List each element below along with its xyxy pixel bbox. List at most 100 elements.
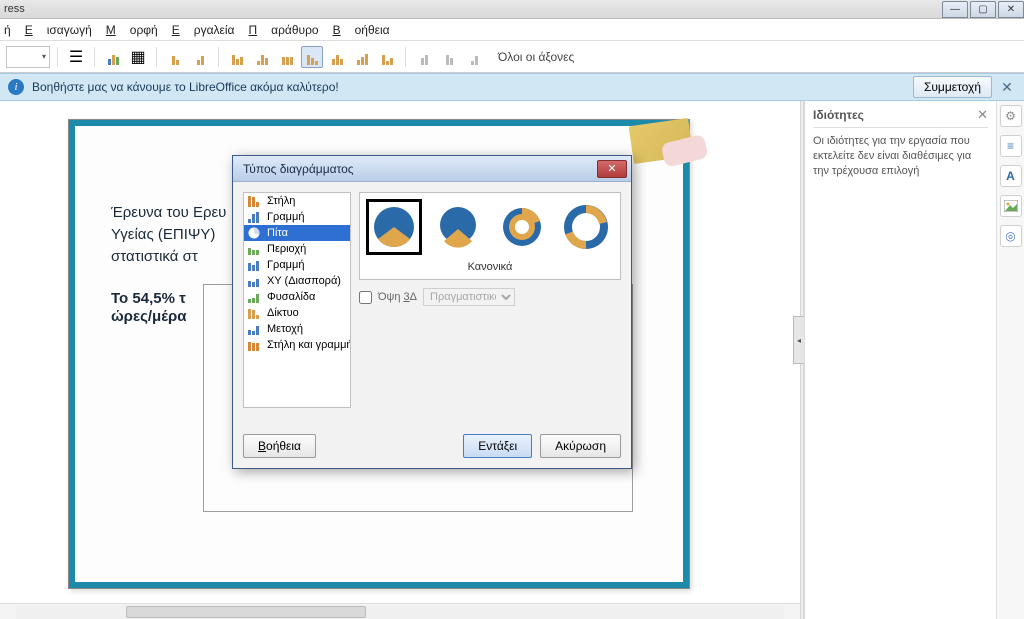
- menu-window[interactable]: Παράθυρο: [248, 23, 318, 37]
- chart-type-item-7[interactable]: Δίκτυο: [244, 305, 350, 321]
- chart-btn-b[interactable]: [189, 46, 211, 68]
- slide-para1-l1: Έρευνα του Ερευ: [111, 204, 226, 221]
- menu-format[interactable]: Μορφή: [106, 23, 158, 37]
- chart-btn-e[interactable]: [276, 46, 298, 68]
- dialog-titlebar[interactable]: Τύπος διαγράμματος ✕: [233, 156, 631, 182]
- variant-donut[interactable]: [494, 199, 550, 255]
- chart-type-label: Πίτα: [267, 227, 288, 239]
- chart-type-icon: [248, 339, 262, 351]
- chart-type-label: Γραμμή: [267, 211, 304, 223]
- properties-body: Οι ιδιότητες για την εργασία που εκτελεί…: [813, 134, 988, 179]
- close-window-button[interactable]: ✕: [998, 1, 1024, 18]
- menu-file[interactable]: ή: [4, 23, 11, 37]
- chart-grid-button[interactable]: ▦: [127, 46, 149, 68]
- scroll-thumb[interactable]: [126, 606, 366, 618]
- toggle-icon[interactable]: ☰: [65, 46, 87, 68]
- maximize-button[interactable]: ▢: [970, 1, 996, 18]
- chart-type-item-9[interactable]: Στήλη και γραμμή: [244, 337, 350, 353]
- chart-btn-k[interactable]: [463, 46, 485, 68]
- separator: [218, 47, 219, 67]
- sidebar-tab-gallery[interactable]: [1000, 195, 1022, 217]
- info-bar: i Βοηθήστε μας να κάνουμε το LibreOffice…: [0, 73, 1024, 101]
- sidebar-tab-styles[interactable]: A: [1000, 165, 1022, 187]
- sidebar-tab-navigator[interactable]: ◎: [1000, 225, 1022, 247]
- chart-type-item-6[interactable]: Φυσαλίδα: [244, 289, 350, 305]
- properties-title: Ιδιότητες: [813, 108, 864, 122]
- chart-type-item-5[interactable]: XY (Διασπορά): [244, 273, 350, 289]
- toolbar: ▾ ☰ ▦ Όλοι οι άξονες: [0, 41, 1024, 73]
- chart-type-item-2[interactable]: Πίτα: [244, 225, 350, 241]
- menu-bar: ή Εισαγωγή Μορφή Εργαλεία Παράθυρο Βοήθε…: [0, 19, 1024, 41]
- chart-type-label: Στήλη και γραμμή: [267, 339, 351, 351]
- dialog-title: Τύπος διαγράμματος: [243, 162, 354, 176]
- help-button[interactable]: Βοήθεια: [243, 434, 316, 458]
- window-titlebar: ress — ▢ ✕: [0, 0, 1024, 19]
- chart-btn-i[interactable]: [413, 46, 435, 68]
- chart-type-item-8[interactable]: Μετοχή: [244, 321, 350, 337]
- style-dropdown[interactable]: ▾: [6, 46, 50, 68]
- dialog-close-button[interactable]: ✕: [597, 160, 627, 178]
- chart-btn-selected[interactable]: [301, 46, 323, 68]
- chart-btn-f[interactable]: [326, 46, 348, 68]
- chart-type-list[interactable]: Στήλη Γραμμή Πίτα Περιοχή Γραμμή XY (Διασπορά…: [243, 192, 351, 408]
- minimize-button[interactable]: —: [942, 1, 968, 18]
- close-infobar-button[interactable]: ✕: [998, 78, 1016, 96]
- variant-pie-normal[interactable]: [366, 199, 422, 255]
- separator: [94, 47, 95, 67]
- chart-type-item-0[interactable]: Στήλη: [244, 193, 350, 209]
- chart-btn-h[interactable]: [376, 46, 398, 68]
- view-3d-label: Όψη 3Δ: [378, 291, 417, 303]
- sidebar-collapse-handle[interactable]: [800, 101, 804, 619]
- sidebar-tab-properties[interactable]: ≡: [1000, 135, 1022, 157]
- menu-help[interactable]: Βοήθεια: [333, 23, 390, 37]
- info-icon: i: [8, 79, 24, 95]
- chart-type-label: XY (Διασπορά): [267, 275, 341, 287]
- sidebar-settings-icon[interactable]: ⚙: [1000, 105, 1022, 127]
- separator: [405, 47, 406, 67]
- slide-para2-l2: ώρες/μέρα: [111, 308, 186, 325]
- chart-type-icon: [248, 227, 262, 239]
- menu-insert[interactable]: Εισαγωγή: [25, 23, 92, 37]
- separator: [57, 47, 58, 67]
- chart-type-icon: [248, 211, 262, 223]
- chart-type-icon: [248, 275, 262, 287]
- chart-type-label: Γραμμή: [267, 259, 304, 271]
- eraser-decoration: [629, 118, 694, 164]
- chart-btn-c[interactable]: [226, 46, 248, 68]
- scheme-dropdown[interactable]: Πραγματιστικό: [423, 288, 515, 306]
- participate-button[interactable]: Συμμετοχή: [913, 76, 992, 98]
- chart-btn-j[interactable]: [438, 46, 460, 68]
- chart-type-label: Περιοχή: [267, 243, 306, 255]
- window-controls: — ▢ ✕: [940, 1, 1024, 18]
- properties-panel: Ιδιότητες ✕ Οι ιδιότητες για την εργασία…: [805, 101, 996, 619]
- chart-type-item-3[interactable]: Περιοχή: [244, 241, 350, 257]
- cancel-button[interactable]: Ακύρωση: [540, 434, 621, 458]
- menu-tools[interactable]: Εργαλεία: [172, 23, 235, 37]
- all-axes-label: Όλοι οι άξονες: [498, 50, 574, 64]
- chart-type-icon: [248, 243, 262, 255]
- chart-type-icon: [248, 291, 262, 303]
- chart-type-button-1[interactable]: [102, 46, 124, 68]
- chart-variant-panel: Κανονικά: [359, 192, 621, 280]
- window-title: ress: [4, 3, 25, 15]
- sidebar: Ιδιότητες ✕ Οι ιδιότητες για την εργασία…: [804, 101, 1024, 619]
- chart-type-label: Στήλη: [267, 195, 295, 207]
- variant-pie-exploded[interactable]: [430, 199, 486, 255]
- chart-type-icon: [248, 195, 262, 207]
- chart-type-item-4[interactable]: Γραμμή: [244, 257, 350, 273]
- close-properties-button[interactable]: ✕: [977, 107, 988, 123]
- chart-type-label: Δίκτυο: [267, 307, 299, 319]
- chart-type-dialog: Τύπος διαγράμματος ✕ Στήλη Γραμμή Πίτα Περι…: [232, 155, 632, 469]
- separator: [156, 47, 157, 67]
- chart-type-label: Φυσαλίδα: [267, 291, 315, 303]
- sidebar-tabs: ⚙ ≡ A ◎: [996, 101, 1024, 619]
- chart-btn-d[interactable]: [251, 46, 273, 68]
- variant-donut-exploded[interactable]: [558, 199, 614, 255]
- ok-button[interactable]: Εντάξει: [463, 434, 532, 458]
- chart-type-icon: [248, 259, 262, 271]
- chart-btn-g[interactable]: [351, 46, 373, 68]
- chart-btn-a[interactable]: [164, 46, 186, 68]
- chart-type-item-1[interactable]: Γραμμή: [244, 209, 350, 225]
- view-3d-checkbox[interactable]: [359, 291, 372, 304]
- horizontal-scrollbar[interactable]: [0, 603, 800, 619]
